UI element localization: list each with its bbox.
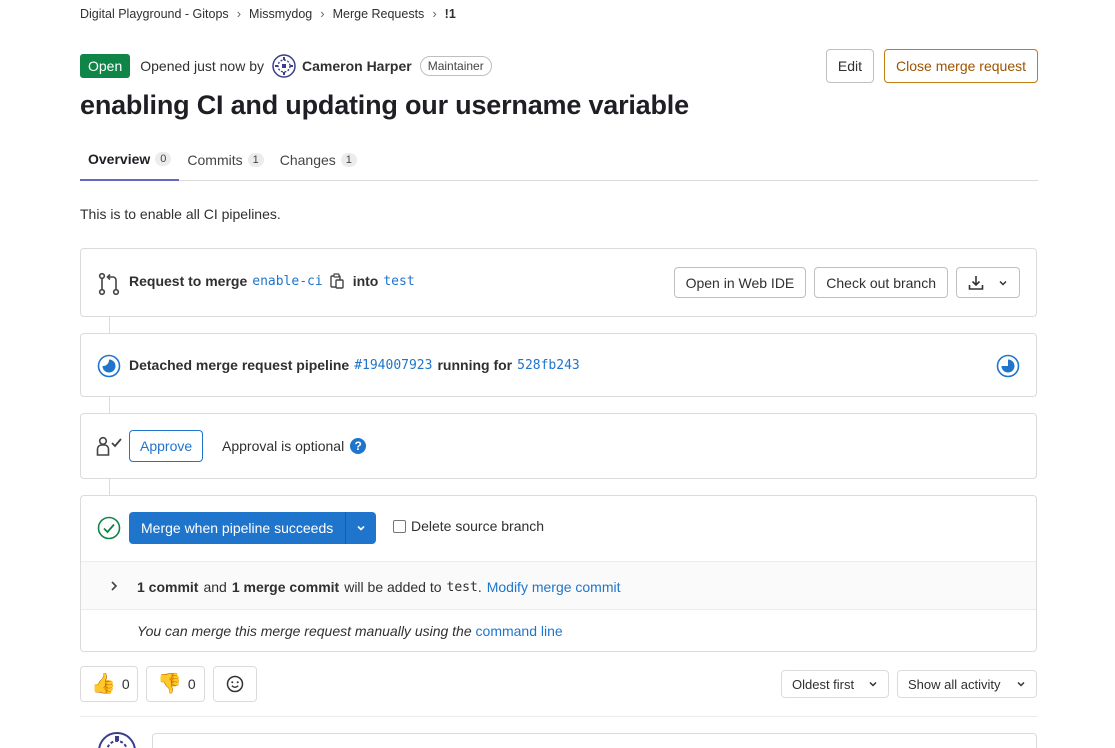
chevron-down-icon [1017,681,1025,687]
tab-changes[interactable]: Changes 1 [272,138,365,181]
tab-commits[interactable]: Commits 1 [179,138,271,181]
merge-target-branch: test [446,579,478,595]
tab-overview[interactable]: Overview 0 [80,138,180,181]
merge-request-actions: Open in Web IDE Check out branch [673,267,1020,298]
thumbs-down-icon: 👎 [157,673,182,695]
merge-commit-info: 1 commit and 1 merge commit will be adde… [81,561,1036,610]
widget-connector [109,397,110,413]
tab-label: Changes [279,151,336,168]
widget-connector [109,479,110,495]
breadcrumb-item-current[interactable]: !1 [445,7,456,21]
chevron-right-icon: › [432,6,437,21]
download-dropdown-button[interactable] [956,267,1020,298]
and-text: and [203,579,227,595]
mr-header: Open Opened just now by Cameron Harper M… [80,54,492,78]
author-name[interactable]: Cameron Harper [302,58,412,74]
check-out-branch-button[interactable]: Check out branch [814,267,948,298]
source-branch-link[interactable]: enable-ci [252,274,322,289]
chevron-down-icon [999,280,1007,286]
delete-source-branch-label: Delete source branch [411,518,545,534]
activity-filter-label: Show all activity [908,676,1001,692]
target-branch-link[interactable]: test [383,274,414,289]
approval-user-icon [96,436,122,456]
add-reaction-button[interactable] [213,666,257,702]
thumbs-up-count: 0 [121,676,130,692]
thumbs-up-reaction-button[interactable]: 👍 0 [80,666,138,702]
mr-description: This is to enable all CI pipelines. [80,206,281,222]
chevron-down-icon [869,681,877,687]
avatar[interactable] [272,54,296,78]
copy-icon[interactable] [330,273,344,289]
into-label: into [352,273,379,289]
approval-card: Approve Approval is optional ? [80,413,1037,479]
approve-button[interactable]: Approve [129,430,204,462]
opened-text: Opened just now by [140,58,264,74]
pipeline-summary: Detached merge request pipeline #1940079… [129,357,580,373]
current-user-avatar[interactable] [98,732,136,748]
chevron-right-icon: › [320,6,325,21]
merge-when-pipeline-succeeds-button[interactable]: Merge when pipeline succeeds [129,512,346,544]
thumbs-down-count: 0 [187,676,196,692]
comment-input[interactable] [152,733,1037,748]
help-icon[interactable]: ? [350,438,367,454]
open-web-ide-button[interactable]: Open in Web IDE [673,267,807,298]
commit-sha-link[interactable]: 528fb243 [517,358,580,373]
tab-count: 1 [247,152,264,167]
tab-label: Overview [88,150,151,167]
manual-merge-text: You can merge this merge request manuall… [137,623,472,639]
running-for-label: running for [437,357,513,373]
page-title: enabling CI and updating our username va… [80,90,689,120]
breadcrumb-item-merge-requests[interactable]: Merge Requests [333,7,425,21]
command-line-link[interactable]: command line [476,623,563,639]
download-icon [968,275,984,290]
merge-request-summary: Request to merge enable-ci into test [129,273,415,289]
thumbs-up-icon: 👍 [91,673,116,695]
status-badge: Open [80,54,131,78]
merge-request-icon [98,272,120,296]
manual-merge-hint: You can merge this merge request manuall… [137,623,563,639]
status-running-icon[interactable] [97,354,121,378]
tab-label: Commits [187,151,243,168]
chevron-right-icon: › [236,6,242,21]
tab-count: 0 [155,151,172,166]
approval-optional-text: Approval is optional [222,438,345,454]
thumbs-down-reaction-button[interactable]: 👎 0 [146,666,205,702]
pipeline-id-link[interactable]: #194007923 [354,358,432,373]
mr-tabs: Overview 0 Commits 1 Changes 1 [80,138,1038,181]
delete-source-branch-option: Delete source branch [393,518,544,534]
breadcrumb-item-project[interactable]: Missmydog [249,7,312,21]
status-success-icon [97,516,121,540]
period-text: . [477,579,482,595]
role-badge: Maintainer [419,56,492,76]
smiley-icon [226,675,244,693]
commit-count: 1 commit [137,579,199,595]
modify-merge-commit-link[interactable]: Modify merge commit [487,579,621,595]
request-to-merge-label: Request to merge [129,273,248,289]
merge-commit-count: 1 merge commit [231,579,340,595]
edit-button[interactable]: Edit [825,49,875,83]
sort-order-dropdown[interactable]: Oldest first [781,670,889,698]
pipeline-label: Detached merge request pipeline [129,357,350,373]
will-be-added-text: will be added to [344,579,442,595]
activity-filter-dropdown[interactable]: Show all activity [897,670,1037,698]
close-merge-request-button[interactable]: Close merge request [884,49,1038,83]
tab-count: 1 [340,152,357,167]
approval-status: Approval is optional ? [222,438,367,454]
delete-source-branch-checkbox[interactable] [393,519,406,533]
merge-card: Merge when pipeline succeeds Delete sour… [80,495,1037,652]
chevron-right-icon[interactable] [109,580,119,592]
pipeline-stage-icon[interactable] [996,354,1020,378]
widget-connector [109,317,110,333]
header-actions: Edit Close merge request [825,49,1038,83]
pipeline-card: Detached merge request pipeline #1940079… [80,333,1037,397]
merge-request-card: Request to merge enable-ci into test Ope… [80,248,1037,317]
chevron-down-icon [357,525,365,531]
divider [80,716,1038,717]
breadcrumb: Digital Playground - Gitops › Missmydog … [80,6,456,21]
sort-order-label: Oldest first [792,676,855,692]
merge-options-dropdown[interactable] [345,512,377,544]
merge-button-group: Merge when pipeline succeeds [129,512,377,544]
merge-commit-summary: 1 commit and 1 merge commit will be adde… [137,579,621,595]
breadcrumb-item-group[interactable]: Digital Playground - Gitops [80,7,229,21]
